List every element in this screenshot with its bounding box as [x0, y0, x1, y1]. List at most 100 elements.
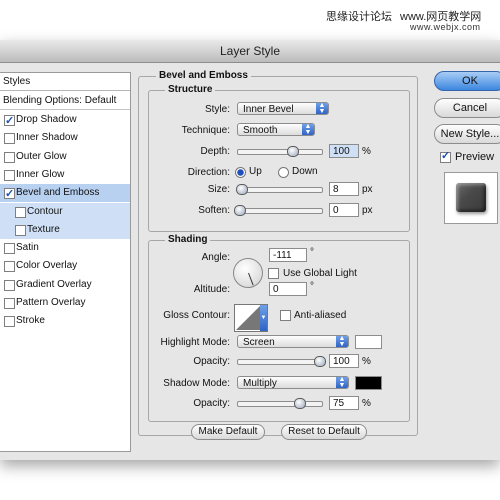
structure-title: Structure: [165, 84, 216, 95]
style-value: Inner Bevel: [243, 104, 294, 115]
size-unit: px: [362, 184, 373, 195]
soften-field[interactable]: 0: [329, 203, 359, 217]
shadow-opacity-unit: %: [362, 398, 371, 409]
highlight-opacity-slider[interactable]: [237, 359, 323, 365]
style-item-checkbox[interactable]: [15, 206, 26, 218]
style-item-checkbox[interactable]: [4, 261, 15, 273]
style-item-checkbox[interactable]: [15, 224, 26, 236]
direction-down-radio[interactable]: [278, 167, 289, 178]
style-item-checkbox[interactable]: [4, 151, 15, 163]
style-item-bevel-and-emboss[interactable]: Bevel and Emboss: [0, 184, 130, 203]
style-item-inner-shadow[interactable]: Inner Shadow: [0, 129, 130, 147]
technique-select[interactable]: Smooth ▲ ▼: [237, 123, 315, 136]
ok-button[interactable]: OK: [434, 71, 500, 91]
altitude-field[interactable]: 0: [269, 282, 307, 296]
anti-aliased-checkbox[interactable]: [280, 310, 291, 321]
shadow-color-swatch[interactable]: [355, 376, 382, 390]
angle-dial[interactable]: [233, 258, 263, 288]
style-item-label: Satin: [16, 242, 39, 254]
use-global-light-checkbox[interactable]: [268, 268, 279, 279]
altitude-label: Altitude:: [193, 284, 230, 295]
depth-field[interactable]: 100: [329, 144, 359, 158]
soften-slider[interactable]: [237, 208, 323, 214]
preview-checkbox[interactable]: [440, 149, 451, 163]
style-item-gradient-overlay[interactable]: Gradient Overlay: [0, 276, 130, 294]
dialog-title: Layer Style: [0, 40, 500, 63]
style-item-checkbox[interactable]: [4, 112, 15, 130]
shadow-mode-value: Multiply: [243, 378, 277, 389]
highlight-opacity-thumb[interactable]: [314, 356, 326, 367]
style-select[interactable]: Inner Bevel ▲ ▼: [237, 102, 329, 115]
shadow-mode-select[interactable]: Multiply ▲ ▼: [237, 376, 349, 389]
depth-slider[interactable]: [237, 149, 323, 155]
soften-label: Soften:: [198, 205, 230, 216]
angle-dial-needle: [248, 272, 254, 286]
style-item-label: Drop Shadow: [16, 114, 77, 125]
depth-unit: %: [362, 146, 371, 157]
gloss-contour-picker[interactable]: ▼: [234, 304, 268, 332]
style-item-checkbox[interactable]: [4, 185, 15, 203]
angle-unit: °: [310, 247, 314, 258]
chevron-updown-icon: ▲ ▼: [336, 335, 348, 348]
style-label: Style:: [204, 104, 230, 115]
style-item-label: Pattern Overlay: [16, 297, 86, 308]
style-item-outer-glow[interactable]: Outer Glow: [0, 148, 130, 166]
direction-label: Direction:: [187, 167, 230, 178]
cancel-button[interactable]: Cancel: [434, 98, 500, 118]
style-item-label: Color Overlay: [16, 260, 78, 272]
styles-list: Styles Blending Options: Default Drop Sh…: [0, 72, 131, 452]
style-item-checkbox[interactable]: [4, 133, 15, 145]
style-item-checkbox[interactable]: [4, 298, 15, 309]
chevron-down-icon: ▼: [260, 305, 267, 331]
style-item-label: Outer Glow: [16, 150, 67, 162]
chevron-updown-icon: ▲ ▼: [336, 376, 348, 389]
style-item-color-overlay[interactable]: Color Overlay: [0, 257, 130, 275]
depth-label: Depth:: [200, 146, 230, 157]
highlight-opacity-field[interactable]: 100: [329, 354, 359, 368]
style-item-checkbox[interactable]: [4, 243, 15, 255]
style-item-inner-glow[interactable]: Inner Glow: [0, 166, 130, 184]
angle-field[interactable]: -111: [269, 248, 307, 262]
reset-to-default-button[interactable]: Reset to Default: [281, 424, 367, 440]
preview-label: Preview: [455, 151, 495, 163]
direction-up-radio[interactable]: [235, 167, 246, 178]
technique-value: Smooth: [243, 125, 278, 136]
shading-group: [148, 240, 410, 422]
direction-down-label: Down: [292, 166, 318, 177]
style-item-satin[interactable]: Satin: [0, 239, 130, 257]
make-default-button[interactable]: Make Default: [191, 424, 265, 440]
highlight-opacity-label: Opacity:: [193, 356, 230, 367]
shading-title: Shading: [165, 234, 211, 245]
style-item-checkbox[interactable]: [4, 316, 15, 328]
use-global-light-label: Use Global Light: [283, 268, 357, 279]
direction-up-label: Up: [249, 166, 262, 177]
style-item-label: Bevel and Emboss: [16, 187, 100, 199]
shadow-opacity-slider[interactable]: [237, 401, 323, 407]
style-item-contour[interactable]: Contour: [0, 202, 130, 221]
style-item-checkbox[interactable]: [4, 279, 15, 291]
depth-slider-thumb[interactable]: [286, 146, 299, 157]
angle-label: Angle:: [201, 252, 230, 263]
highlight-mode-select[interactable]: Screen ▲ ▼: [237, 335, 349, 348]
styles-header[interactable]: Styles: [0, 73, 130, 91]
size-field[interactable]: 8: [329, 182, 359, 196]
blending-options-item[interactable]: Blending Options: Default: [0, 92, 130, 110]
soften-unit: px: [362, 205, 373, 216]
size-slider[interactable]: [237, 187, 323, 193]
bevel-emboss-title: Bevel and Emboss: [156, 70, 251, 81]
size-slider-thumb[interactable]: [236, 184, 249, 195]
new-style-button[interactable]: New Style...: [434, 124, 500, 144]
style-item-label: Gradient Overlay: [16, 278, 92, 290]
shadow-opacity-thumb[interactable]: [294, 398, 306, 409]
highlight-color-swatch[interactable]: [355, 335, 382, 349]
style-item-checkbox[interactable]: [4, 169, 15, 181]
highlight-mode-value: Screen: [243, 337, 275, 348]
style-preview-thumbnail: [444, 172, 498, 224]
style-item-stroke[interactable]: Stroke: [0, 312, 130, 330]
style-item-texture[interactable]: Texture: [0, 220, 130, 239]
style-item-drop-shadow[interactable]: Drop Shadow: [0, 111, 130, 130]
shadow-opacity-field[interactable]: 75: [329, 396, 359, 410]
style-item-label: Texture: [27, 223, 60, 235]
style-item-pattern-overlay[interactable]: Pattern Overlay: [0, 294, 130, 312]
soften-slider-thumb[interactable]: [234, 205, 246, 216]
